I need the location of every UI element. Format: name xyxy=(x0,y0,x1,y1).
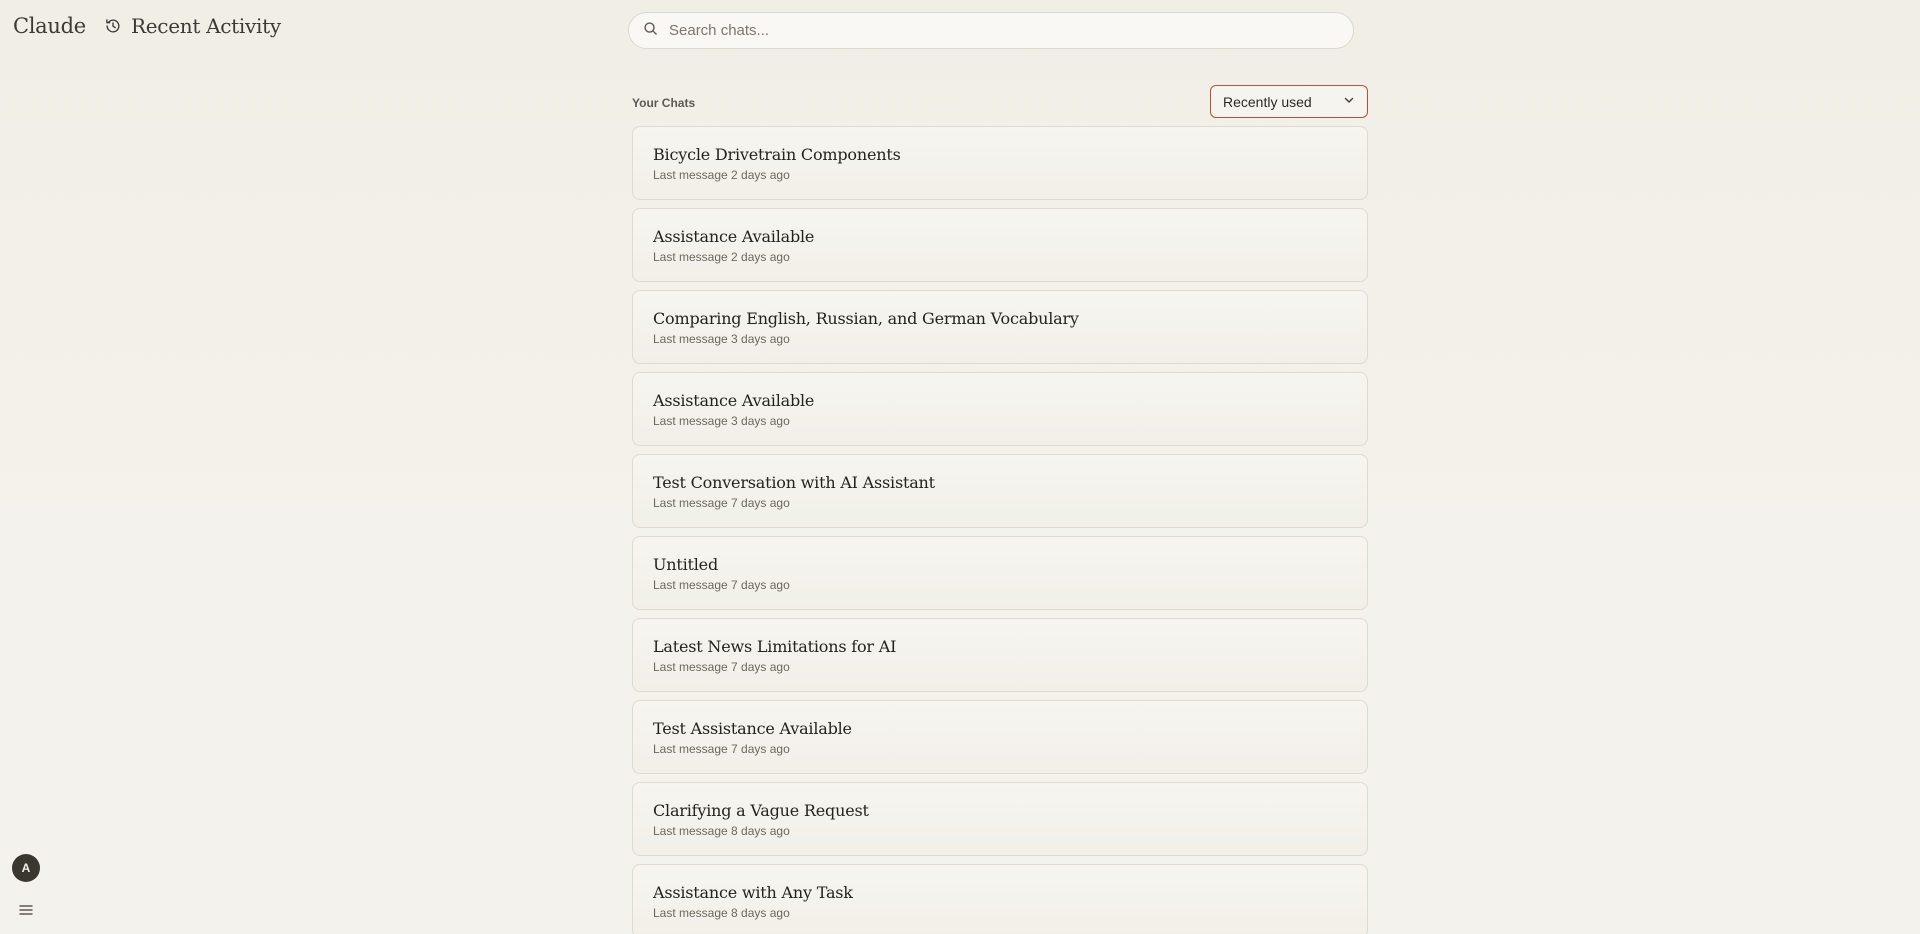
chat-last-message: Last message 8 days ago xyxy=(653,824,790,838)
chat-title: Bicycle Drivetrain Components xyxy=(653,145,901,164)
chat-item[interactable]: Test Conversation with AI Assistant Last… xyxy=(632,454,1368,528)
chat-last-message: Last message 8 days ago xyxy=(653,906,790,920)
chat-title: Test Assistance Available xyxy=(653,719,852,738)
chat-item[interactable]: Latest News Limitations for AI Last mess… xyxy=(632,618,1368,692)
top-bar: Claude Recent Activity xyxy=(0,0,1920,60)
chat-last-message: Last message 2 days ago xyxy=(653,168,790,182)
app-logo[interactable]: Claude xyxy=(13,14,86,38)
chat-item[interactable]: Test Assistance Available Last message 7… xyxy=(632,700,1368,774)
chat-item[interactable]: Assistance Available Last message 3 days… xyxy=(632,372,1368,446)
chat-title: Test Conversation with AI Assistant xyxy=(653,473,935,492)
search-bar[interactable] xyxy=(628,12,1354,49)
chat-title: Untitled xyxy=(653,555,718,574)
menu-icon[interactable] xyxy=(17,902,35,918)
chat-title: Assistance with Any Task xyxy=(653,883,853,902)
recent-activity-label: Recent Activity xyxy=(131,14,281,38)
chat-last-message: Last message 7 days ago xyxy=(653,660,790,674)
chat-last-message: Last message 7 days ago xyxy=(653,496,790,510)
search-icon xyxy=(643,21,658,41)
chat-item[interactable]: Comparing English, Russian, and German V… xyxy=(632,290,1368,364)
chat-item[interactable]: Clarifying a Vague Request Last message … xyxy=(632,782,1368,856)
chat-title: Latest News Limitations for AI xyxy=(653,637,897,656)
chat-title: Assistance Available xyxy=(653,227,815,246)
user-avatar[interactable]: A xyxy=(12,854,40,882)
chat-title: Clarifying a Vague Request xyxy=(653,801,869,820)
chats-header: Your Chats Recently used xyxy=(632,84,1368,124)
chevron-down-icon xyxy=(1343,93,1355,111)
sort-label: Recently used xyxy=(1223,93,1312,110)
section-title: Your Chats xyxy=(632,96,696,110)
chat-last-message: Last message 3 days ago xyxy=(653,332,790,346)
chat-last-message: Last message 7 days ago xyxy=(653,578,790,592)
chat-last-message: Last message 3 days ago xyxy=(653,414,790,428)
chat-title: Comparing English, Russian, and German V… xyxy=(653,309,1079,328)
chats-panel: Your Chats Recently used Bicycle Drivetr… xyxy=(632,84,1368,934)
chat-item[interactable]: Bicycle Drivetrain Components Last messa… xyxy=(632,126,1368,200)
chat-last-message: Last message 7 days ago xyxy=(653,742,790,756)
chat-last-message: Last message 2 days ago xyxy=(653,250,790,264)
search-input[interactable] xyxy=(667,21,1331,40)
chat-title: Assistance Available xyxy=(653,391,815,410)
sort-dropdown[interactable]: Recently used xyxy=(1210,85,1368,118)
chat-list: Bicycle Drivetrain Components Last messa… xyxy=(632,126,1368,934)
chat-item[interactable]: Assistance with Any Task Last message 8 … xyxy=(632,864,1368,934)
chat-item[interactable]: Untitled Last message 7 days ago xyxy=(632,536,1368,610)
recent-activity-link[interactable]: Recent Activity xyxy=(104,14,281,38)
chat-item[interactable]: Assistance Available Last message 2 days… xyxy=(632,208,1368,282)
history-icon xyxy=(104,17,122,35)
